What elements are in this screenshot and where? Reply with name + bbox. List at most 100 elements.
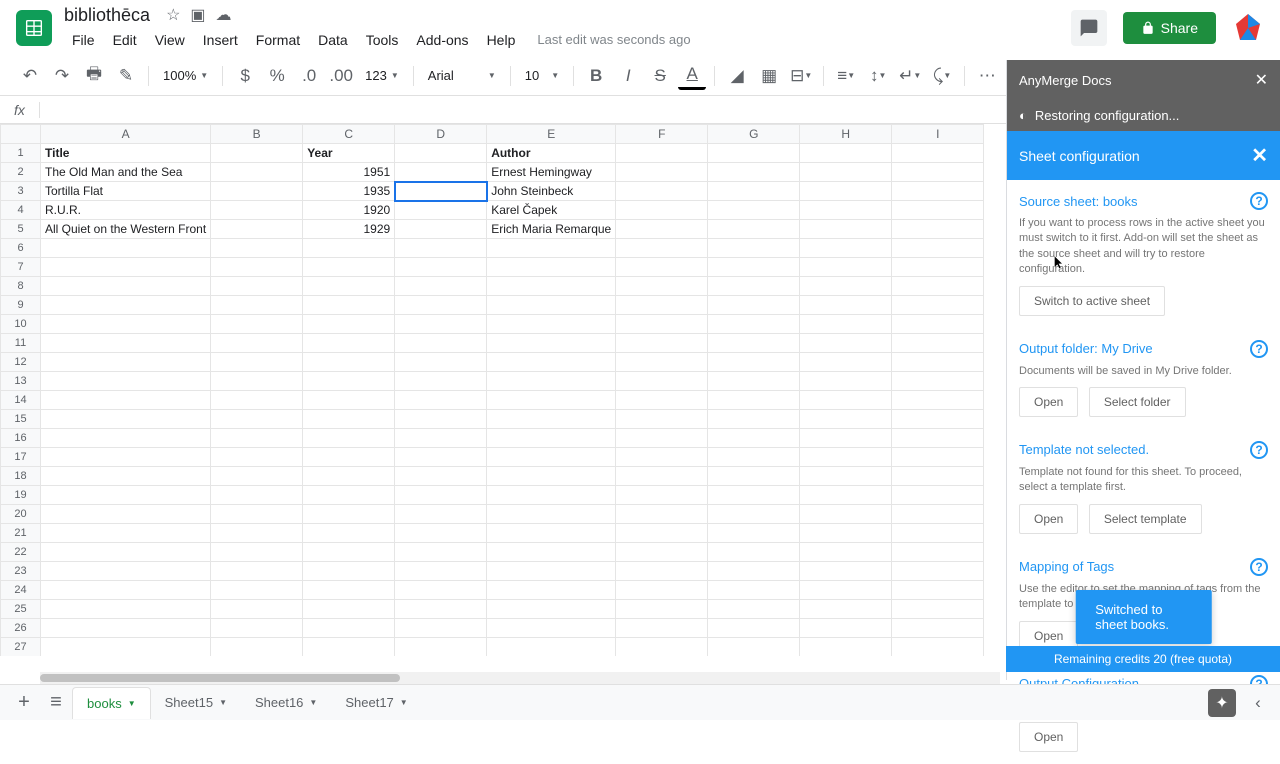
doc-title[interactable]: bibliothēca: [64, 5, 150, 26]
cell-E26[interactable]: [487, 619, 616, 638]
cell-E4[interactable]: Karel Čapek: [487, 201, 616, 220]
cell-B5[interactable]: [211, 220, 303, 239]
cell-H12[interactable]: [800, 353, 892, 372]
wrap-button[interactable]: ↵▼: [896, 62, 924, 90]
cell-E17[interactable]: [487, 448, 616, 467]
cell-I14[interactable]: [892, 391, 984, 410]
cell-H7[interactable]: [800, 258, 892, 277]
cell-E9[interactable]: [487, 296, 616, 315]
cell-F17[interactable]: [616, 448, 708, 467]
cell-G15[interactable]: [708, 410, 800, 429]
borders-button[interactable]: ▦: [755, 62, 783, 90]
cell-F15[interactable]: [616, 410, 708, 429]
cell-E5[interactable]: Erich Maria Remarque: [487, 220, 616, 239]
cell-F23[interactable]: [616, 562, 708, 581]
cell-I15[interactable]: [892, 410, 984, 429]
cell-B3[interactable]: [211, 182, 303, 201]
cell-F7[interactable]: [616, 258, 708, 277]
cell-I4[interactable]: [892, 201, 984, 220]
cell-G2[interactable]: [708, 163, 800, 182]
cell-D26[interactable]: [395, 619, 487, 638]
cell-E3[interactable]: John Steinbeck: [487, 182, 616, 201]
cell-I16[interactable]: [892, 429, 984, 448]
increase-decimal-button[interactable]: .00: [327, 62, 355, 90]
cell-B18[interactable]: [211, 467, 303, 486]
cell-E12[interactable]: [487, 353, 616, 372]
share-button[interactable]: Share: [1123, 12, 1216, 44]
cell-H27[interactable]: [800, 638, 892, 657]
cell-H16[interactable]: [800, 429, 892, 448]
cell-D20[interactable]: [395, 505, 487, 524]
cell-C22[interactable]: [303, 543, 395, 562]
cell-D19[interactable]: [395, 486, 487, 505]
cell-G18[interactable]: [708, 467, 800, 486]
cell-G13[interactable]: [708, 372, 800, 391]
add-sheet-button[interactable]: +: [8, 687, 40, 719]
cell-F20[interactable]: [616, 505, 708, 524]
cell-F13[interactable]: [616, 372, 708, 391]
cell-D10[interactable]: [395, 315, 487, 334]
open-template-button[interactable]: Open: [1019, 504, 1078, 534]
cell-H1[interactable]: [800, 144, 892, 163]
cell-G20[interactable]: [708, 505, 800, 524]
close-panel-button[interactable]: ✕: [1251, 143, 1268, 168]
cell-H17[interactable]: [800, 448, 892, 467]
cell-C12[interactable]: [303, 353, 395, 372]
cell-E19[interactable]: [487, 486, 616, 505]
tab-sheet16[interactable]: Sheet16▼: [241, 687, 331, 718]
cell-E24[interactable]: [487, 581, 616, 600]
undo-button[interactable]: ↶: [16, 62, 44, 90]
cell-F4[interactable]: [616, 201, 708, 220]
cell-A10[interactable]: [41, 315, 211, 334]
cell-A22[interactable]: [41, 543, 211, 562]
cell-B27[interactable]: [211, 638, 303, 657]
cell-H11[interactable]: [800, 334, 892, 353]
cell-B4[interactable]: [211, 201, 303, 220]
cell-H23[interactable]: [800, 562, 892, 581]
cell-G6[interactable]: [708, 239, 800, 258]
cell-G23[interactable]: [708, 562, 800, 581]
cell-F11[interactable]: [616, 334, 708, 353]
help-icon[interactable]: ?: [1250, 192, 1268, 210]
cell-E23[interactable]: [487, 562, 616, 581]
cell-F3[interactable]: [616, 182, 708, 201]
cell-C10[interactable]: [303, 315, 395, 334]
cell-E8[interactable]: [487, 277, 616, 296]
cell-A11[interactable]: [41, 334, 211, 353]
sidebar-collapse-button[interactable]: ‹: [1244, 689, 1272, 717]
cell-A21[interactable]: [41, 524, 211, 543]
cell-I6[interactable]: [892, 239, 984, 258]
cell-B10[interactable]: [211, 315, 303, 334]
cloud-icon[interactable]: ☁: [216, 5, 232, 25]
cell-G12[interactable]: [708, 353, 800, 372]
cell-I19[interactable]: [892, 486, 984, 505]
cell-C13[interactable]: [303, 372, 395, 391]
cell-H6[interactable]: [800, 239, 892, 258]
cell-H10[interactable]: [800, 315, 892, 334]
select-folder-button[interactable]: Select folder: [1089, 387, 1186, 417]
cell-A4[interactable]: R.U.R.: [41, 201, 211, 220]
cell-B7[interactable]: [211, 258, 303, 277]
cell-E11[interactable]: [487, 334, 616, 353]
valign-button[interactable]: ↕▼: [864, 62, 892, 90]
cell-E1[interactable]: Author: [487, 144, 616, 163]
cell-I25[interactable]: [892, 600, 984, 619]
cell-B2[interactable]: [211, 163, 303, 182]
cell-F1[interactable]: [616, 144, 708, 163]
user-avatar[interactable]: [1232, 12, 1264, 44]
cell-C16[interactable]: [303, 429, 395, 448]
cell-E25[interactable]: [487, 600, 616, 619]
cell-H19[interactable]: [800, 486, 892, 505]
menu-view[interactable]: View: [147, 28, 193, 52]
cell-I5[interactable]: [892, 220, 984, 239]
menu-addons[interactable]: Add-ons: [408, 28, 476, 52]
cell-F9[interactable]: [616, 296, 708, 315]
cell-C9[interactable]: [303, 296, 395, 315]
move-icon[interactable]: ▣: [190, 5, 205, 25]
cell-I3[interactable]: [892, 182, 984, 201]
cell-F19[interactable]: [616, 486, 708, 505]
cell-G19[interactable]: [708, 486, 800, 505]
decrease-decimal-button[interactable]: .0: [295, 62, 323, 90]
halign-button[interactable]: ≡▼: [832, 62, 860, 90]
cell-C6[interactable]: [303, 239, 395, 258]
